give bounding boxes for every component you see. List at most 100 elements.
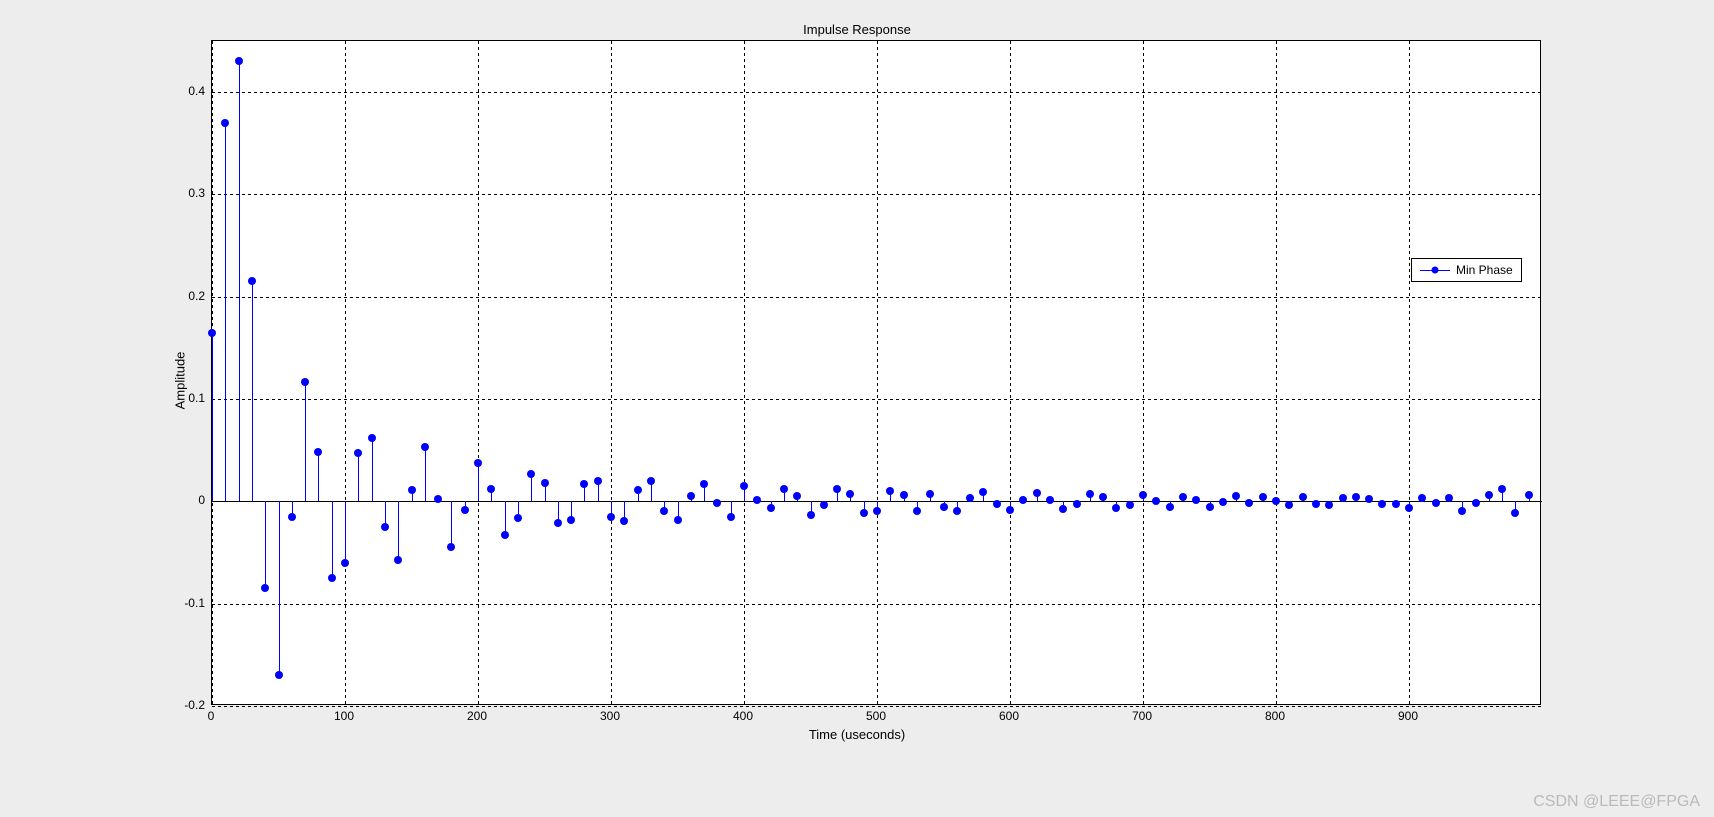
stem-marker xyxy=(1179,493,1187,501)
stem-marker xyxy=(687,492,695,500)
stem-marker xyxy=(1365,495,1373,503)
stem-marker xyxy=(620,517,628,525)
legend[interactable]: Min Phase xyxy=(1411,258,1522,282)
stem-marker xyxy=(607,513,615,521)
stem-marker xyxy=(713,499,721,507)
stem-marker xyxy=(1019,496,1027,504)
stem-marker xyxy=(1485,491,1493,499)
stem-marker xyxy=(1259,493,1267,501)
stem-marker xyxy=(1352,493,1360,501)
grid-line-vertical xyxy=(1143,41,1144,706)
y-tick-label: -0.2 xyxy=(171,698,205,712)
stem-marker xyxy=(1299,493,1307,501)
stem-marker xyxy=(1166,503,1174,511)
stem-marker xyxy=(408,486,416,494)
stem-marker xyxy=(1152,497,1160,505)
stem-marker xyxy=(594,477,602,485)
stem-marker xyxy=(1245,499,1253,507)
figure-window: Impulse Response Amplitude Time (usecond… xyxy=(0,0,1714,817)
stem-marker xyxy=(700,480,708,488)
stem-marker xyxy=(913,507,921,515)
stem-marker xyxy=(953,507,961,515)
grid-line-vertical xyxy=(611,41,612,706)
x-tick-label: 600 xyxy=(999,709,1019,723)
stem-marker xyxy=(1033,489,1041,497)
grid-line-horizontal xyxy=(212,706,1542,707)
stem-marker xyxy=(474,459,482,467)
stem-marker xyxy=(527,470,535,478)
stem-marker xyxy=(580,480,588,488)
stem-marker xyxy=(1192,496,1200,504)
x-tick-label: 500 xyxy=(866,709,886,723)
stem-marker xyxy=(873,507,881,515)
grid-line-horizontal xyxy=(212,297,1542,298)
x-tick-label: 800 xyxy=(1265,709,1285,723)
stem-marker xyxy=(1445,494,1453,502)
stem-marker xyxy=(767,504,775,512)
stem-marker xyxy=(447,543,455,551)
stem-marker xyxy=(514,514,522,522)
stem-marker xyxy=(820,501,828,509)
stem-marker xyxy=(314,448,322,456)
stem-marker xyxy=(554,519,562,527)
stem-marker xyxy=(860,509,868,517)
stem-marker xyxy=(1312,500,1320,508)
grid-line-horizontal xyxy=(212,399,1542,400)
stem-marker xyxy=(1392,500,1400,508)
x-tick-label: 400 xyxy=(733,709,753,723)
stem-marker xyxy=(235,57,243,65)
stem-marker xyxy=(674,516,682,524)
x-tick-label: 300 xyxy=(600,709,620,723)
legend-marker-icon xyxy=(1432,267,1439,274)
stem-marker xyxy=(567,516,575,524)
stem-marker xyxy=(368,434,376,442)
chart-title: Impulse Response xyxy=(0,22,1714,37)
legend-label: Min Phase xyxy=(1456,263,1513,277)
y-tick-label: 0.4 xyxy=(171,84,205,98)
stem-line xyxy=(451,501,452,547)
stem-line xyxy=(225,123,226,502)
stem-marker xyxy=(1006,506,1014,514)
stem-marker xyxy=(1378,500,1386,508)
grid-line-vertical xyxy=(478,41,479,706)
x-tick-label: 0 xyxy=(208,709,215,723)
stem-marker xyxy=(727,513,735,521)
y-tick-label: 0.1 xyxy=(171,391,205,405)
stem-marker xyxy=(740,482,748,490)
stem-marker xyxy=(501,531,509,539)
grid-line-vertical xyxy=(1010,41,1011,706)
stem-marker xyxy=(1126,501,1134,509)
x-tick-label: 100 xyxy=(334,709,354,723)
stem-marker xyxy=(328,574,336,582)
stem-marker xyxy=(1418,494,1426,502)
stem-line xyxy=(279,501,280,675)
stem-marker xyxy=(275,671,283,679)
stem-marker xyxy=(846,490,854,498)
stem-marker xyxy=(394,556,402,564)
y-tick-label: 0.2 xyxy=(171,289,205,303)
stem-marker xyxy=(208,329,216,337)
stem-marker xyxy=(1112,504,1120,512)
stem-marker xyxy=(1325,501,1333,509)
stem-marker xyxy=(381,523,389,531)
stem-marker xyxy=(1525,491,1533,499)
stem-marker xyxy=(1458,507,1466,515)
x-axis-label: Time (useconds) xyxy=(0,727,1714,742)
grid-line-horizontal xyxy=(212,194,1542,195)
stem-line xyxy=(332,501,333,578)
stem-marker xyxy=(487,485,495,493)
y-tick-label: -0.1 xyxy=(171,596,205,610)
stem-marker xyxy=(1405,504,1413,512)
grid-line-horizontal xyxy=(212,604,1542,605)
stem-line xyxy=(505,501,506,535)
stem-marker xyxy=(1206,503,1214,511)
stem-marker xyxy=(461,506,469,514)
stem-marker xyxy=(1099,493,1107,501)
plot-axes xyxy=(211,40,1541,705)
stem-marker xyxy=(634,486,642,494)
grid-line-vertical xyxy=(877,41,878,706)
stem-marker xyxy=(647,477,655,485)
stem-marker xyxy=(1339,494,1347,502)
grid-line-horizontal xyxy=(212,92,1542,93)
stem-marker xyxy=(926,490,934,498)
